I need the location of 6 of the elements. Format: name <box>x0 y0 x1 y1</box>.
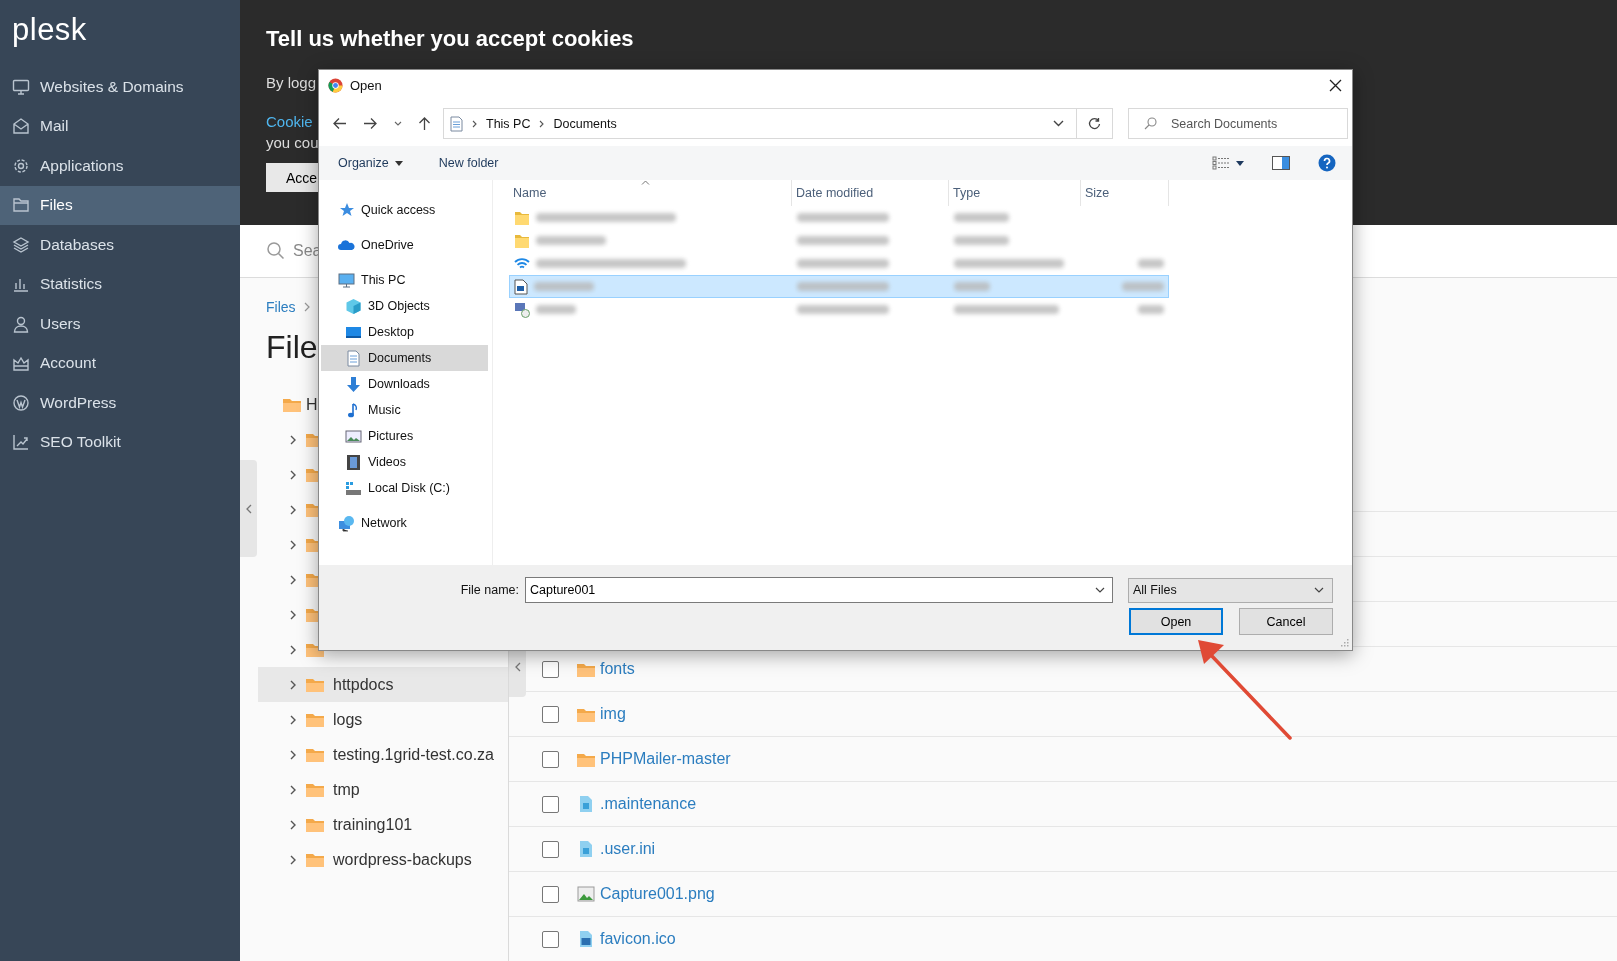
banner-title: Tell us whether you accept cookies <box>266 25 635 52</box>
dialog-title: Open <box>350 78 382 93</box>
banner-text: you cou <box>266 133 319 153</box>
banner-text: By logg <box>266 74 317 91</box>
page-heading: File <box>266 328 318 367</box>
file-name-label: File name: <box>459 583 519 597</box>
